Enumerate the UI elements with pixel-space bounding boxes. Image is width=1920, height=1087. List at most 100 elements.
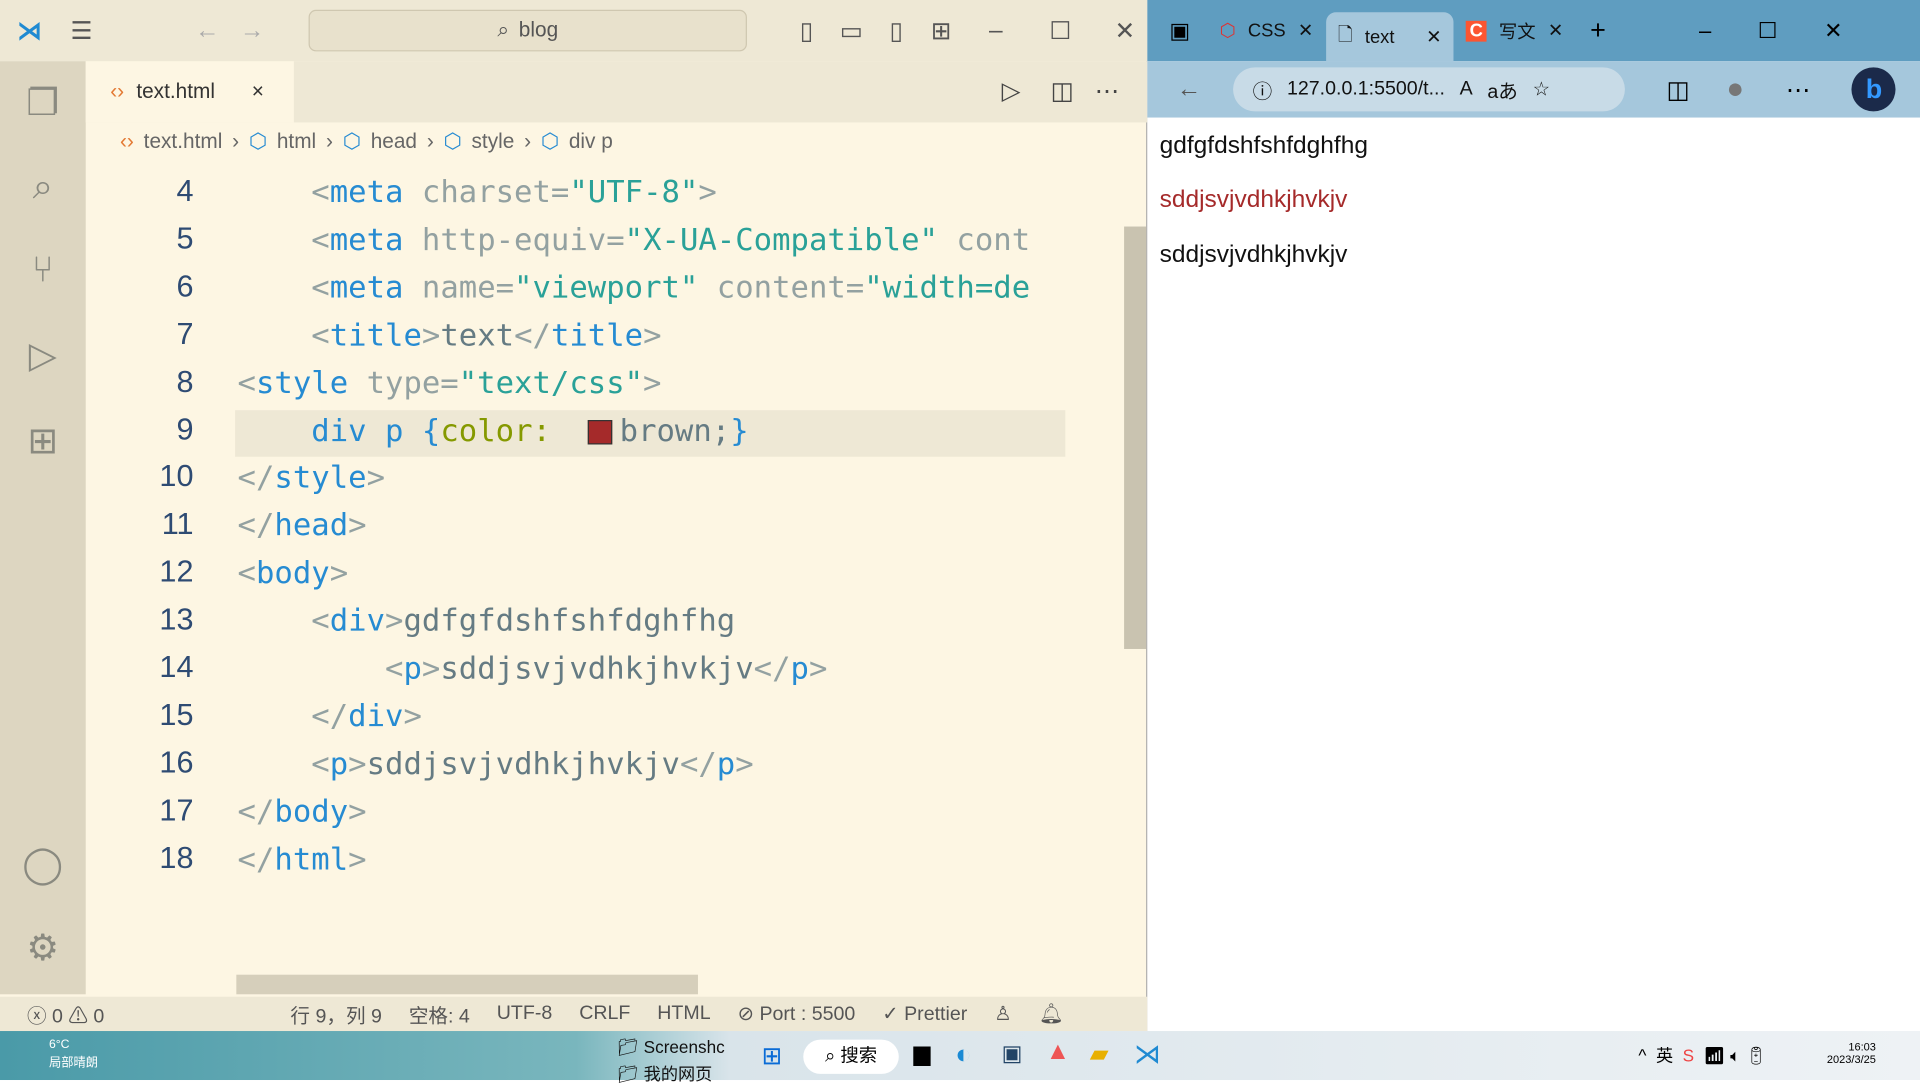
- tab-actions-icon[interactable]: ▣: [1169, 18, 1190, 44]
- notifications-bell-icon[interactable]: 🔔︎: [1039, 1002, 1064, 1026]
- tab-close-icon[interactable]: ×: [252, 80, 264, 104]
- accounts-icon[interactable]: ♙: [994, 1002, 1012, 1026]
- breadcrumb-item[interactable]: head: [371, 130, 417, 154]
- tab-label: text.html: [136, 79, 215, 103]
- explorer-icon[interactable]: ❐: [17, 78, 68, 129]
- browser-tab-css[interactable]: ⬡ CSS ✕: [1207, 6, 1325, 55]
- code-token: sddjsvjvdhkjhvkjv: [366, 745, 680, 781]
- prettier-status[interactable]: ✓ Prettier: [882, 1002, 967, 1026]
- breadcrumb-item[interactable]: style: [472, 130, 515, 154]
- tab-close-icon[interactable]: ✕: [1298, 20, 1313, 42]
- vscode-taskbar-icon[interactable]: ⋊: [1134, 1038, 1161, 1070]
- profile-avatar[interactable]: ●: [1726, 72, 1744, 106]
- browser-tab-text[interactable]: 🗋 text ✕: [1325, 12, 1454, 62]
- code-line[interactable]: <meta charset="UTF-8">: [238, 174, 717, 210]
- indentation[interactable]: 空格: 4: [409, 999, 470, 1028]
- code-token: p: [403, 650, 422, 686]
- code-line[interactable]: </body>: [238, 793, 367, 829]
- close-button[interactable]: ✕: [1824, 18, 1842, 44]
- color-swatch[interactable]: [587, 419, 613, 444]
- language-mode[interactable]: HTML: [657, 1003, 710, 1025]
- code-line[interactable]: </style>: [238, 460, 385, 496]
- split-editor-icon[interactable]: ◫: [1051, 76, 1074, 107]
- settings-gear-icon[interactable]: ⚙: [17, 923, 68, 974]
- back-icon[interactable]: ←: [185, 17, 230, 45]
- run-icon[interactable]: ▷: [1002, 76, 1021, 107]
- split-screen-icon[interactable]: ◫: [1667, 74, 1690, 105]
- line-number: 5: [176, 221, 194, 256]
- line-ending[interactable]: CRLF: [579, 1003, 630, 1025]
- tab-text-html[interactable]: ‹› text.html ×: [85, 61, 294, 123]
- horizontal-scrollbar[interactable]: [236, 974, 698, 995]
- settings-more-icon[interactable]: ⋯: [1786, 74, 1810, 105]
- store-icon[interactable]: ▣: [1002, 1041, 1023, 1067]
- code-line[interactable]: <title>text</title>: [238, 317, 662, 353]
- browser-window: ▣ ⬡ CSS ✕ 🗋 text ✕ C 写文 ✕ + – ☐ ✕ ← ⓘ 127.0.0.1…: [1147, 0, 1920, 1032]
- code-line[interactable]: <p>sddjsvjvdhkjhvkjv</p>: [238, 745, 754, 781]
- task-view-icon[interactable]: ▆: [913, 1041, 930, 1067]
- cursor-position[interactable]: 行 9，列 9: [290, 999, 381, 1028]
- more-actions-icon[interactable]: ⋯: [1095, 76, 1119, 107]
- code-line[interactable]: <div>gdfgfdshfshfdghfhg: [238, 603, 736, 639]
- bing-icon[interactable]: b: [1851, 67, 1897, 112]
- command-center-search[interactable]: ⌕ blog: [308, 9, 747, 52]
- breadcrumb-separator: ›: [524, 129, 532, 154]
- weather-desc: 局部晴朗: [48, 1056, 98, 1071]
- account-icon[interactable]: ◯: [17, 840, 68, 891]
- code-line[interactable]: <style type="text/css">: [238, 364, 662, 400]
- code-token: title: [329, 316, 422, 353]
- tab-close-icon[interactable]: ✕: [1548, 20, 1563, 42]
- folder-list[interactable]: 📁︎ Screenshc 📁︎ 我的网页: [617, 1033, 725, 1087]
- new-tab-icon[interactable]: +: [1590, 15, 1606, 47]
- code-line[interactable]: </html>: [238, 841, 367, 877]
- windows-start-icon[interactable]: ⊞: [762, 1041, 783, 1072]
- toggle-panel-icon[interactable]: ▭: [829, 15, 874, 46]
- minimize-button[interactable]: –: [973, 17, 1018, 45]
- translate-icon[interactable]: aあ: [1487, 75, 1517, 104]
- app-icon[interactable]: ▲: [1046, 1038, 1070, 1066]
- close-button[interactable]: ✕: [1102, 15, 1147, 46]
- run-debug-icon[interactable]: ▷: [17, 331, 68, 382]
- code-line[interactable]: div p {color: brown;}: [238, 412, 749, 448]
- source-control-icon[interactable]: ⑂: [17, 245, 68, 296]
- line-number: 16: [159, 745, 194, 780]
- code-line[interactable]: </div>: [238, 698, 422, 734]
- search-icon[interactable]: ⌕: [17, 162, 68, 213]
- layout-icon[interactable]: ⊞: [919, 15, 964, 46]
- toggle-sidebar-icon[interactable]: ▯: [784, 15, 829, 46]
- favorite-add-icon[interactable]: ☆: [1533, 77, 1551, 101]
- code-token: >: [643, 316, 662, 353]
- breadcrumb-item[interactable]: html: [277, 130, 316, 154]
- address-bar[interactable]: ⓘ 127.0.0.1:5500/t... Aaあ ☆: [1233, 67, 1625, 112]
- edge-icon[interactable]: ◐: [955, 1038, 971, 1070]
- code-line[interactable]: </head>: [238, 507, 367, 543]
- maximize-button[interactable]: ☐: [1038, 15, 1083, 46]
- extensions-icon[interactable]: ⊞: [17, 416, 68, 467]
- minimize-button[interactable]: –: [1699, 18, 1711, 44]
- breadcrumb-item[interactable]: text.html: [144, 130, 223, 154]
- breadcrumb-item[interactable]: div p: [569, 130, 613, 154]
- code-line[interactable]: <meta name="viewport" content="width=de: [238, 269, 1031, 305]
- tab-close-icon[interactable]: ✕: [1426, 26, 1441, 48]
- tray-icons[interactable]: ^ 英 S 📶︎ 🔈︎ 🔋︎: [1638, 1043, 1767, 1067]
- code-line[interactable]: <meta http-equiv="X-UA-Compatible" cont: [238, 222, 1031, 258]
- code-line[interactable]: <body>: [238, 555, 349, 591]
- vertical-scrollbar[interactable]: [1124, 226, 1147, 649]
- file-explorer-icon[interactable]: ▰: [1090, 1038, 1109, 1069]
- browser-tab-write[interactable]: C 写文 ✕: [1454, 6, 1576, 55]
- menu-icon[interactable]: ☰: [59, 15, 104, 46]
- forward-icon[interactable]: →: [230, 17, 275, 45]
- toggle-secondary-sidebar-icon[interactable]: ▯: [874, 15, 919, 46]
- weather-widget[interactable]: 6°C 局部晴朗: [17, 1038, 98, 1070]
- code-line[interactable]: <p>sddjsvjvdhkjhvkjv</p>: [238, 650, 828, 686]
- problems-status[interactable]: ⓧ 0 ⚠ 0: [27, 999, 104, 1028]
- maximize-button[interactable]: ☐: [1758, 18, 1778, 44]
- taskbar-search[interactable]: ⌕ 搜索: [803, 1039, 899, 1074]
- site-favicon-icon: ⬡: [1219, 20, 1236, 42]
- back-icon[interactable]: ←: [1177, 75, 1201, 103]
- live-server-port[interactable]: ⊘ Port : 5500: [738, 1002, 856, 1026]
- read-aloud-icon[interactable]: A: [1460, 78, 1473, 100]
- encoding[interactable]: UTF-8: [497, 1003, 553, 1025]
- clock[interactable]: 16:03 2023/3/25: [1815, 1041, 1876, 1065]
